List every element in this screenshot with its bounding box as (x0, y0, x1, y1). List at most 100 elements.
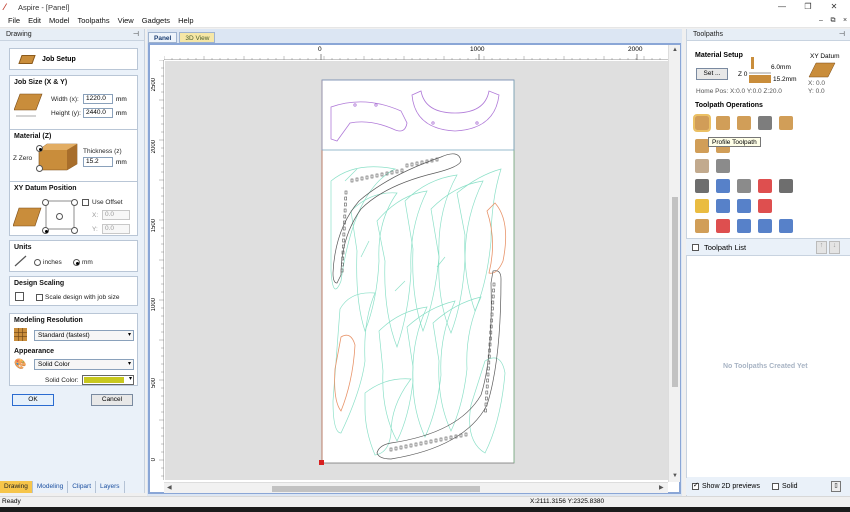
minimize-button[interactable]: — (770, 0, 794, 14)
drilling-toolpath-icon[interactable] (737, 116, 751, 130)
pin-icon[interactable]: ⊣ (133, 29, 139, 41)
thickness-input[interactable]: 15.2 (83, 157, 113, 167)
scroll-up-icon[interactable]: ▲ (672, 47, 678, 53)
cancel-button[interactable]: Cancel (91, 394, 133, 406)
pin-icon[interactable]: ⊣ (839, 29, 845, 41)
material-block-icon (38, 143, 78, 171)
taskbar-strip (0, 507, 850, 512)
menu-view[interactable]: View (114, 16, 138, 25)
ok-button[interactable]: OK (12, 394, 54, 406)
timer-icon[interactable] (716, 219, 730, 233)
job-setup-button[interactable]: Job Setup (9, 48, 138, 70)
menu-edit[interactable]: Edit (24, 16, 45, 25)
toolpath-list: No Toolpaths Created Yet (687, 257, 850, 477)
toolpath-list-title: Toolpath List (704, 243, 747, 252)
datum-x-label: X: (92, 212, 99, 219)
menu-gadgets[interactable]: Gadgets (138, 16, 174, 25)
inches-radio[interactable] (34, 259, 41, 266)
drawing-panel-header: Drawing ⊣ (0, 29, 144, 41)
save-toolpath-icon[interactable] (779, 179, 793, 193)
job-setup-icon (18, 54, 36, 64)
texture-toolpath-icon[interactable] (695, 179, 709, 193)
datum-br-radio[interactable] (71, 227, 78, 234)
datum-tr-radio[interactable] (71, 199, 78, 206)
summary-icon[interactable]: ▯ (831, 481, 841, 492)
solid-color-picker[interactable]: ▾ (82, 375, 134, 385)
tab-3d-view[interactable]: 3D View (179, 32, 216, 43)
scale-design-checkbox[interactable] (36, 294, 43, 301)
modeling-resolution-select[interactable]: Standard (fastest) ▾ (34, 330, 134, 341)
zzero-top-radio[interactable] (36, 145, 43, 152)
mdi-minimize-icon[interactable]: – (816, 14, 826, 28)
material-set-button[interactable]: Set ... (696, 68, 728, 80)
menu-help[interactable]: Help (174, 16, 197, 25)
dim-bottom-label: 15.2mm (773, 76, 797, 83)
horizontal-scrollbar[interactable]: ◀ ▶ (164, 482, 668, 493)
mm-radio[interactable] (73, 259, 80, 266)
appearance-title: Appearance (14, 348, 55, 355)
tool-database-icon[interactable] (737, 199, 751, 213)
show-2d-previews-checkbox[interactable]: ✓ (692, 482, 699, 490)
delete-toolpath-icon[interactable] (758, 179, 772, 193)
toolpath-list-checkbox[interactable] (692, 244, 699, 251)
tab-panel[interactable]: Panel (148, 32, 178, 43)
modeling-title: Modeling Resolution (14, 317, 83, 324)
scroll-down-icon[interactable]: ▼ (672, 473, 678, 479)
vertical-scrollbar[interactable]: ▲ ▼ (668, 45, 680, 482)
scroll-right-icon[interactable]: ▶ (659, 484, 664, 491)
tab-modeling[interactable]: Modeling (32, 481, 69, 493)
vertical-scroll-thumb[interactable] (672, 197, 678, 387)
menu-file[interactable]: File (4, 16, 24, 25)
preview-toolpath-icon[interactable] (758, 199, 772, 213)
import-toolpath-icon[interactable] (779, 219, 793, 233)
tiling-toolpath-icon[interactable] (695, 219, 709, 233)
finishing-toolpath-icon[interactable] (716, 159, 730, 173)
menu-toolpaths[interactable]: Toolpaths (73, 16, 113, 25)
width-input[interactable]: 1220.0 (83, 94, 113, 104)
template-toolpath-icon[interactable] (716, 199, 730, 213)
horizontal-scroll-thumb[interactable] (272, 486, 480, 492)
engraving-toolpath-icon[interactable] (758, 116, 772, 130)
vcarve-toolpath-icon[interactable] (695, 139, 709, 153)
tab-clipart[interactable]: Clipart (68, 481, 97, 493)
merge-toolpath-icon[interactable] (695, 199, 709, 213)
modeling-section: Modeling Resolution Standard (fastest) ▾… (9, 313, 138, 386)
zzero-bottom-radio[interactable] (36, 165, 43, 172)
appearance-select[interactable]: Solid Color ▾ (34, 359, 134, 370)
pocket-toolpath-icon[interactable] (716, 116, 730, 130)
datum-bl-radio[interactable] (42, 227, 49, 234)
mdi-close-icon[interactable]: × (840, 14, 850, 28)
move-up-icon[interactable]: ↑ (816, 241, 827, 254)
width-label: Width (x): (51, 96, 79, 103)
menu-model[interactable]: Model (45, 16, 73, 25)
ruler-left-1500: 1500 (151, 219, 157, 233)
datum-center-radio[interactable] (56, 213, 63, 220)
profile-toolpath-icon[interactable] (693, 114, 711, 132)
roughing-toolpath-icon[interactable] (695, 159, 709, 173)
tab-layers[interactable]: Layers (96, 481, 125, 493)
ruler-left-0: 0 (151, 458, 157, 462)
datum-x-input[interactable]: 0.0 (102, 210, 130, 220)
copy-toolpath-icon[interactable] (737, 179, 751, 193)
mdi-restore-icon[interactable]: ⧉ (828, 14, 838, 28)
height-input[interactable]: 2440.0 (83, 108, 113, 118)
toolpath-options-icon[interactable] (737, 219, 751, 233)
zzero-label: Z Zero (13, 155, 33, 162)
datum-y-input[interactable]: 0.0 (102, 224, 130, 234)
solid-checkbox[interactable] (772, 483, 779, 490)
close-button[interactable]: ✕ (822, 0, 846, 14)
toolpath-list-header: Toolpath List ↑ ↓ (686, 238, 850, 256)
datum-tl-radio[interactable] (42, 199, 49, 206)
restore-button[interactable]: ❐ (796, 0, 820, 14)
toolpaths-panel-title: Toolpaths (693, 31, 723, 38)
edit-toolpath-icon[interactable] (716, 179, 730, 193)
inlay-toolpath-icon[interactable] (779, 116, 793, 130)
material-setup-title: Material Setup (695, 52, 743, 59)
export-toolpath-icon[interactable] (758, 219, 772, 233)
use-offset-checkbox[interactable] (82, 199, 89, 206)
scroll-left-icon[interactable]: ◀ (167, 484, 172, 491)
appearance-value: Solid Color (38, 361, 70, 368)
drawing-area[interactable] (165, 61, 668, 480)
tab-drawing[interactable]: Drawing (0, 481, 33, 493)
move-down-icon[interactable]: ↓ (829, 241, 840, 254)
